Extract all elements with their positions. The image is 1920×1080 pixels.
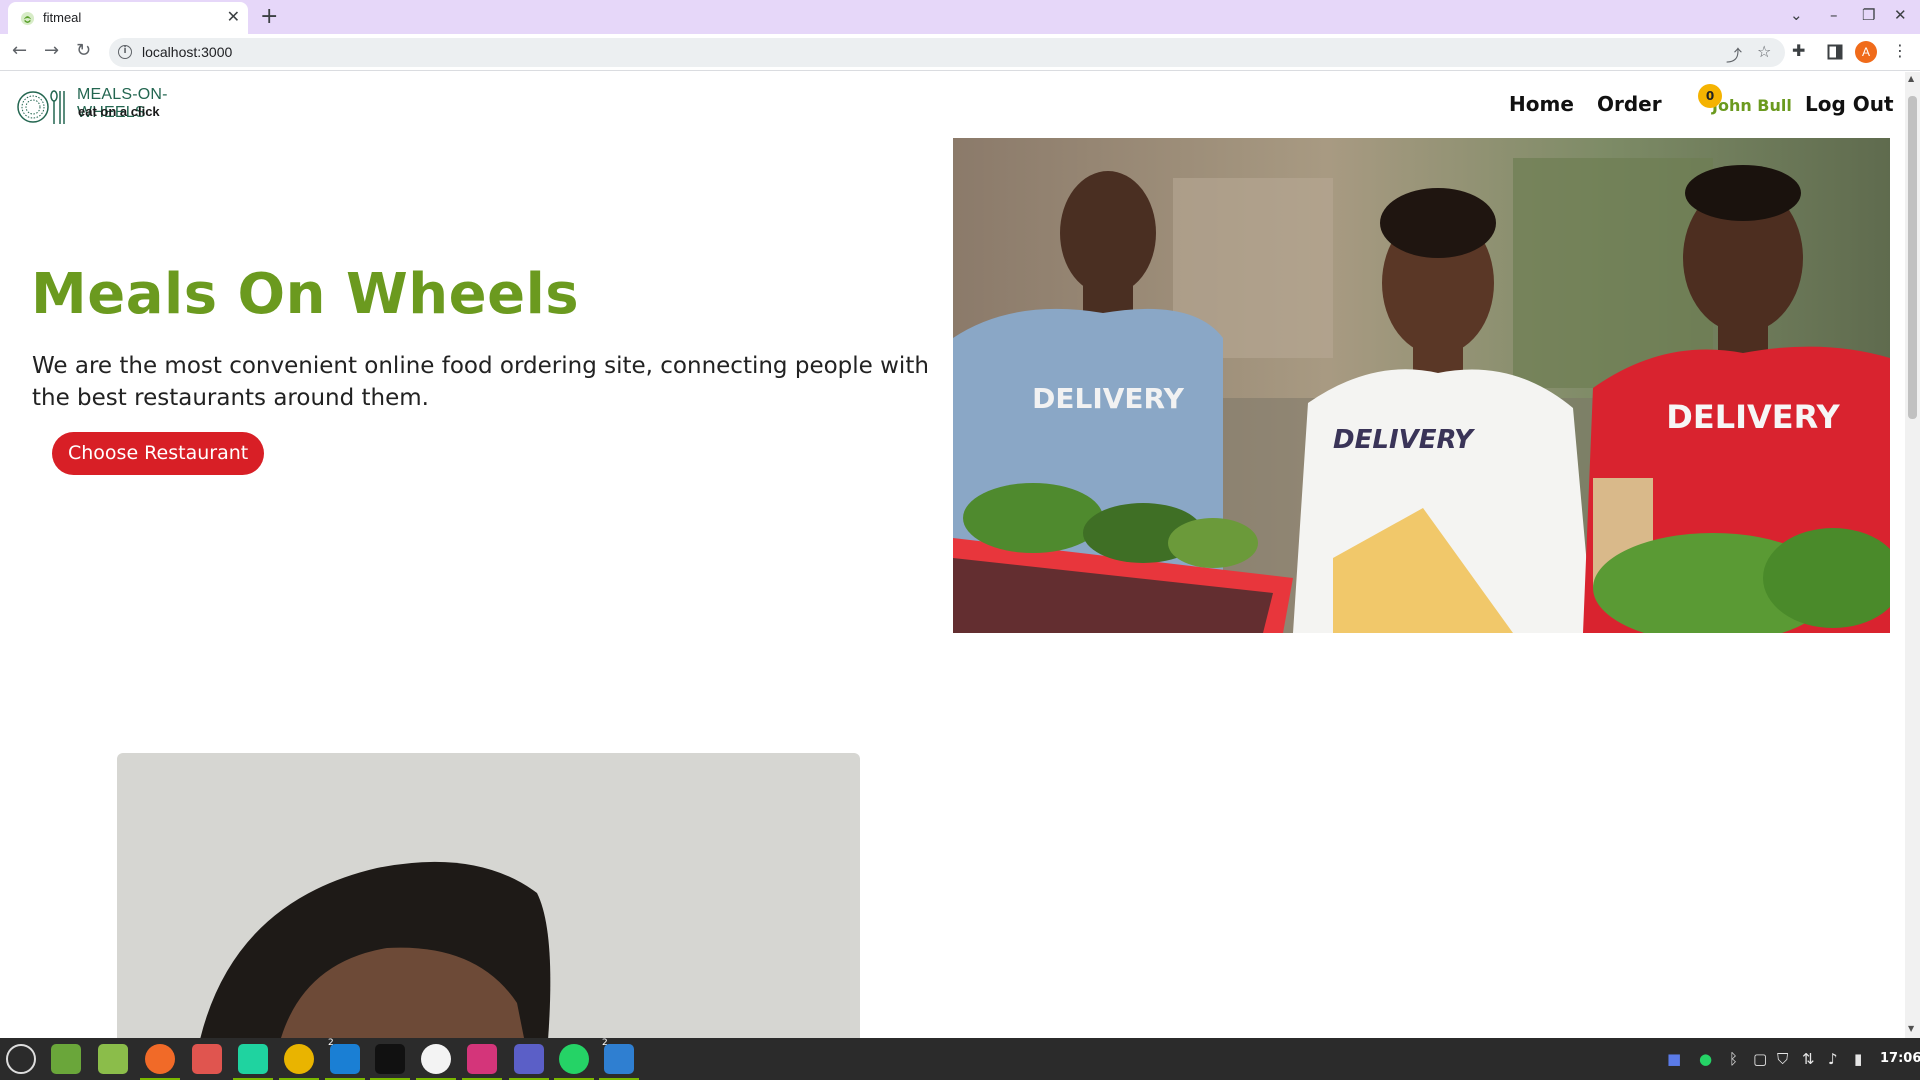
profile-avatar[interactable]: A	[1855, 41, 1877, 63]
new-tab-button[interactable]: +	[260, 4, 278, 29]
readers-icon[interactable]	[192, 1044, 222, 1074]
close-window-icon[interactable]: ✕	[1894, 6, 1907, 24]
nav-home-link[interactable]: Home	[1509, 92, 1574, 116]
browser-tab-bar: fitmeal ✕ + ⌄ – ❐ ✕	[0, 0, 1920, 34]
page-scrollbar[interactable]: ▲ ▼	[1905, 72, 1920, 1038]
tab-title: fitmeal	[43, 10, 82, 25]
hero-delivery-image: DELIVERY DELIVERY DELIVERY	[953, 138, 1890, 633]
vscode-window-count: 2	[328, 1038, 334, 1048]
site-logo[interactable]: MEALS-ON-WHEELS eat on a click	[15, 86, 235, 128]
extensions-puzzle-icon[interactable]: ✚	[1792, 41, 1805, 60]
reload-icon[interactable]: ↻	[76, 40, 91, 61]
logo-tagline: eat on a click	[78, 104, 160, 119]
tab-search-dropdown-icon[interactable]: ⌄	[1790, 6, 1803, 24]
whatsapp-icon[interactable]	[554, 1044, 594, 1080]
bluetooth-tray-icon[interactable]: ᛒ	[1729, 1050, 1738, 1068]
intellij-icon[interactable]	[462, 1044, 502, 1080]
app-icon[interactable]	[416, 1044, 456, 1080]
browser-toolbar: ← → ↻ i localhost:3000 ⤴ ☆ ✚ A ⋮	[0, 34, 1920, 71]
site-info-icon[interactable]: i	[118, 45, 132, 59]
restore-window-icon[interactable]: ❐	[1862, 6, 1875, 24]
choose-restaurant-button[interactable]: Choose Restaurant	[52, 432, 265, 475]
menu-kebab-icon[interactable]: ⋮	[1892, 41, 1908, 60]
back-arrow-icon[interactable]: ←	[12, 40, 27, 61]
vscode-icon[interactable]: 2	[325, 1038, 365, 1080]
shirt-text-1: DELIVERY	[1032, 382, 1184, 415]
tab-close-icon[interactable]: ✕	[227, 8, 240, 26]
files-icon[interactable]	[98, 1044, 128, 1074]
text-editor-window-count: 2	[602, 1038, 608, 1048]
chrome-icon[interactable]	[279, 1044, 319, 1080]
whatsapp-tray-icon[interactable]: ●	[1699, 1050, 1712, 1068]
url-text[interactable]: localhost:3000	[142, 44, 232, 60]
hero-title: Meals On Wheels	[31, 262, 580, 327]
shirt-text-2: DELIVERY	[1333, 425, 1476, 455]
show-desktop-icon[interactable]	[51, 1044, 81, 1074]
side-panel-icon[interactable]	[1827, 44, 1843, 60]
nav-order-link[interactable]: Order	[1597, 92, 1662, 116]
clipboard-tray-icon[interactable]: ▢	[1753, 1050, 1767, 1068]
os-taskbar: 2 2 ■ ● ᛒ ▢ ⛉ ⇅ ♪ ▮ 17:06	[0, 1038, 1920, 1080]
fitmeal-favicon-icon	[20, 11, 35, 26]
nav-logout-link[interactable]: Log Out	[1805, 92, 1894, 116]
shield-tray-icon[interactable]: ⛉	[1777, 1050, 1788, 1068]
address-bar[interactable]: i localhost:3000 ⤴ ☆	[109, 38, 1785, 67]
minimize-window-icon[interactable]: –	[1830, 6, 1838, 24]
page-viewport: MEALS-ON-WHEELS eat on a click Home Orde…	[0, 72, 1905, 1038]
terminal-icon[interactable]	[370, 1044, 410, 1080]
teams-icon[interactable]	[509, 1044, 549, 1080]
network-tray-icon[interactable]: ⇅	[1802, 1050, 1815, 1068]
bookmark-star-icon[interactable]: ☆	[1757, 42, 1771, 61]
text-editor-icon[interactable]: 2	[599, 1038, 639, 1080]
teams-tray-icon[interactable]: ■	[1667, 1050, 1681, 1068]
clock[interactable]: 17:06	[1880, 1051, 1920, 1066]
tab-fitmeal[interactable]: fitmeal ✕	[8, 2, 248, 34]
profile-card-image	[117, 753, 860, 1038]
mint-menu-icon[interactable]	[6, 1044, 36, 1074]
firefox-icon[interactable]	[140, 1044, 180, 1080]
shirt-text-3: DELIVERY	[1666, 398, 1840, 436]
forward-arrow-icon[interactable]: →	[44, 40, 59, 61]
scroll-down-arrow-icon[interactable]: ▼	[1908, 1024, 1914, 1033]
scroll-up-arrow-icon[interactable]: ▲	[1908, 74, 1914, 83]
user-name[interactable]: John Bull	[1712, 96, 1792, 115]
volume-tray-icon[interactable]: ♪	[1828, 1050, 1838, 1068]
logo-plate-cutlery-icon	[17, 90, 65, 124]
cart-count-badge[interactable]: 0	[1698, 84, 1722, 108]
scroll-thumb[interactable]	[1908, 96, 1917, 419]
battery-tray-icon[interactable]: ▮	[1854, 1050, 1862, 1068]
pycharm-icon[interactable]	[233, 1044, 273, 1080]
hero-description: We are the most convenient online food o…	[32, 353, 929, 411]
share-icon[interactable]: ⤴	[1726, 42, 1742, 66]
